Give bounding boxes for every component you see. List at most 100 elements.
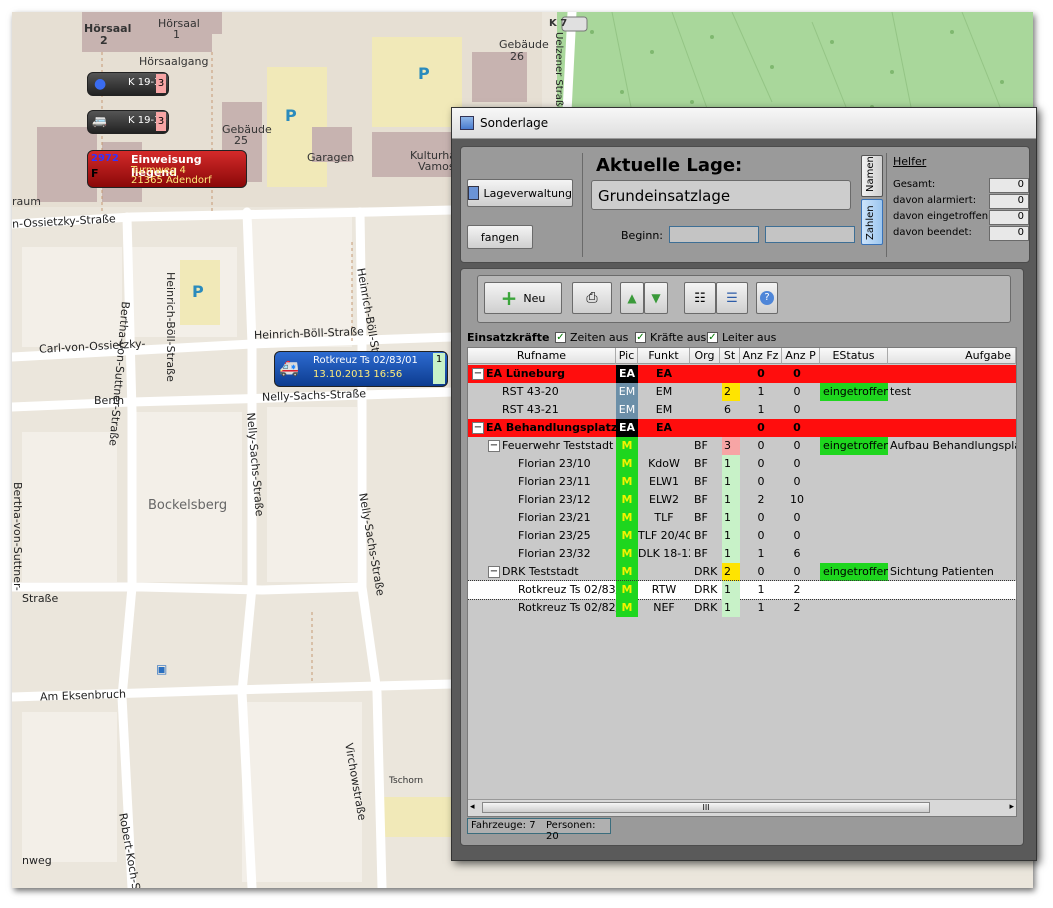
row-estatus	[820, 545, 888, 563]
street-uelzener: Uelzener Straße	[553, 32, 564, 113]
incident-type: F	[91, 167, 99, 180]
row-st: 1	[722, 599, 740, 617]
table-row[interactable]: RST 43-21 EM EM 6 1 0	[468, 401, 1016, 419]
col-aufgabe[interactable]: Aufgabe	[888, 348, 1016, 364]
table-row[interactable]: Rotkreuz Ts 02/83/01M RTW DRK 1 1 2	[468, 580, 1016, 600]
row-org: BF	[694, 493, 708, 506]
sonderlage-window[interactable]: Sonderlage Lageverwaltung fangen Aktuell…	[451, 107, 1037, 861]
row-org: DRK	[694, 565, 718, 578]
row-pic: M	[616, 437, 638, 455]
row-aufgabe	[890, 581, 1016, 599]
incident-id: 2972	[91, 153, 119, 164]
row-anz-fz: 2	[757, 493, 765, 506]
help-icon: ?	[760, 291, 774, 305]
tab-zahlen[interactable]: Zahlen	[861, 199, 883, 245]
map-label-bockelsberg: Bockelsberg	[148, 498, 228, 513]
row-rufname: Florian 23/25	[518, 529, 591, 542]
row-anz-fz: 0	[757, 511, 765, 524]
table-row[interactable]: − DRK Teststadt M DRK 2 0 0 eingetroffen Sichtun…	[468, 563, 1016, 581]
list-view-button[interactable]: ☰	[716, 282, 748, 314]
window-titlebar[interactable]: Sonderlage	[452, 108, 1036, 139]
help-button[interactable]: ?	[756, 282, 778, 314]
tree-toggle[interactable]: −	[488, 566, 500, 578]
row-rufname: DRK Teststadt	[502, 565, 579, 578]
col-org[interactable]: Org	[690, 348, 720, 364]
kraefte-label: Kräfte aus	[650, 331, 707, 344]
scroll-right-icon[interactable]: ▸	[1009, 802, 1014, 812]
tab-namen[interactable]: Namen	[861, 155, 883, 197]
row-rufname: Florian 23/32	[518, 547, 591, 560]
row-anz-fz: 1	[757, 403, 765, 416]
tree-toggle[interactable]: −	[472, 422, 484, 434]
einsatz-grid[interactable]: Rufname Pic Funkt Org St Anz Fz Anz P ES…	[467, 347, 1017, 817]
beginn-date-field[interactable]	[669, 226, 759, 243]
lage-value: Grundeinsatzlage	[598, 187, 731, 205]
neu-button[interactable]: + Neu	[484, 282, 562, 314]
row-aufgabe	[890, 545, 1016, 563]
app-icon	[460, 116, 474, 130]
table-row[interactable]: Florian 23/25 M TLF 20/40 BF 1 0 0	[468, 527, 1016, 545]
row-pic: M	[616, 491, 638, 509]
row-pic: M	[616, 455, 638, 473]
print-button[interactable]: ⎙	[572, 282, 612, 314]
zeiten-checkbox[interactable]: ✓	[555, 332, 566, 343]
col-pic[interactable]: Pic	[616, 348, 638, 364]
incident-marker[interactable]: 2972 F Einweisung liegend Turmweg 4 2136…	[87, 150, 247, 188]
table-row[interactable]: Florian 23/11 M ELW1 BF 1 0 0	[468, 473, 1016, 491]
row-anz-p: 6	[793, 547, 801, 560]
table-row[interactable]: Florian 23/12 M ELW2 BF 1 2 10	[468, 491, 1016, 509]
row-org: BF	[694, 511, 708, 524]
table-row[interactable]: − EA Lüneburg EA EA 0 0	[468, 365, 1016, 383]
kraefte-checkbox[interactable]: ✓	[635, 332, 646, 343]
row-funkt: TLF	[654, 511, 674, 524]
table-row[interactable]: − EA Behandlungsplatz EA EA 0 0	[468, 419, 1016, 437]
leiter-checkbox[interactable]: ✓	[707, 332, 718, 343]
map-label-gebaeude25-num: 25	[234, 134, 248, 147]
col-anz-p[interactable]: Anz P	[782, 348, 820, 364]
tree-toggle[interactable]: −	[472, 368, 484, 380]
row-st: 1	[722, 581, 740, 599]
helfer-eingetroffen-label: davon eingetroffen:	[893, 211, 992, 222]
tree-view-button[interactable]: ☷	[684, 282, 716, 314]
row-st: 1	[722, 527, 740, 545]
row-anz-p: 0	[793, 457, 801, 470]
scroll-left-icon[interactable]: ◂	[470, 802, 475, 812]
col-anz-fz[interactable]: Anz Fz	[740, 348, 782, 364]
row-anz-fz: 0	[757, 439, 765, 452]
row-org: BF	[694, 457, 708, 470]
lageverwaltung-button[interactable]: Lageverwaltung	[467, 179, 573, 207]
col-st[interactable]: St	[720, 348, 740, 364]
row-pic: M	[616, 545, 638, 563]
row-st: 1	[722, 509, 740, 527]
tree-toggle[interactable]: −	[488, 440, 500, 452]
col-rufname[interactable]: Rufname	[468, 348, 616, 364]
lage-field[interactable]: Grundeinsatzlage	[591, 180, 851, 210]
horizontal-scrollbar[interactable]: ◂ III ▸	[468, 799, 1016, 816]
table-row[interactable]: Florian 23/32 M DLK 18-12 BF 1 1 6	[468, 545, 1016, 563]
table-row[interactable]: Florian 23/10 M KdoW BF 1 0 0	[468, 455, 1016, 473]
move-up-button[interactable]: ▲	[620, 282, 644, 314]
table-row[interactable]: Rotkreuz Ts 02/82/01M NEF DRK 1 1 2	[468, 599, 1016, 617]
col-estatus[interactable]: EStatus	[820, 348, 888, 364]
fangen-button[interactable]: fangen	[467, 225, 533, 249]
vehicle-marker-name: Rotkreuz Ts 02/83/01	[313, 355, 418, 366]
table-row[interactable]: − Feuerwehr Teststadt M BF 3 0 0 eingetroffen Au…	[468, 437, 1016, 455]
table-row[interactable]: RST 43-20 EM EM 2 1 0 eingetroffen test	[468, 383, 1016, 401]
row-org: DRK	[694, 601, 718, 614]
table-row[interactable]: Florian 23/21 M TLF BF 1 0 0	[468, 509, 1016, 527]
map-label-hoersaalgang: Hörsaalgang	[139, 55, 209, 68]
aktuelle-lage-label: Aktuelle Lage:	[596, 155, 743, 176]
ambulance-icon: 🚑	[279, 358, 299, 377]
col-funkt[interactable]: Funkt	[638, 348, 690, 364]
row-st: 3	[722, 437, 740, 455]
unit-marker-k1930[interactable]: 🚐 K 19-30 3	[87, 110, 169, 134]
row-funkt: RTW	[651, 583, 677, 596]
beginn-time-field[interactable]	[765, 226, 855, 243]
move-down-button[interactable]: ▼	[644, 282, 668, 314]
unit-marker-k1931[interactable]: ● K 19-31 3	[87, 72, 169, 96]
helfer-beendet-label: davon beendet:	[893, 227, 972, 238]
scroll-thumb[interactable]: III	[482, 802, 930, 813]
vehicle-marker-rtw[interactable]: 🚑 Rotkreuz Ts 02/83/01 13.10.2013 16:56 …	[274, 351, 448, 387]
row-aufgabe	[890, 599, 1016, 617]
row-estatus: eingetroffen	[820, 563, 888, 581]
